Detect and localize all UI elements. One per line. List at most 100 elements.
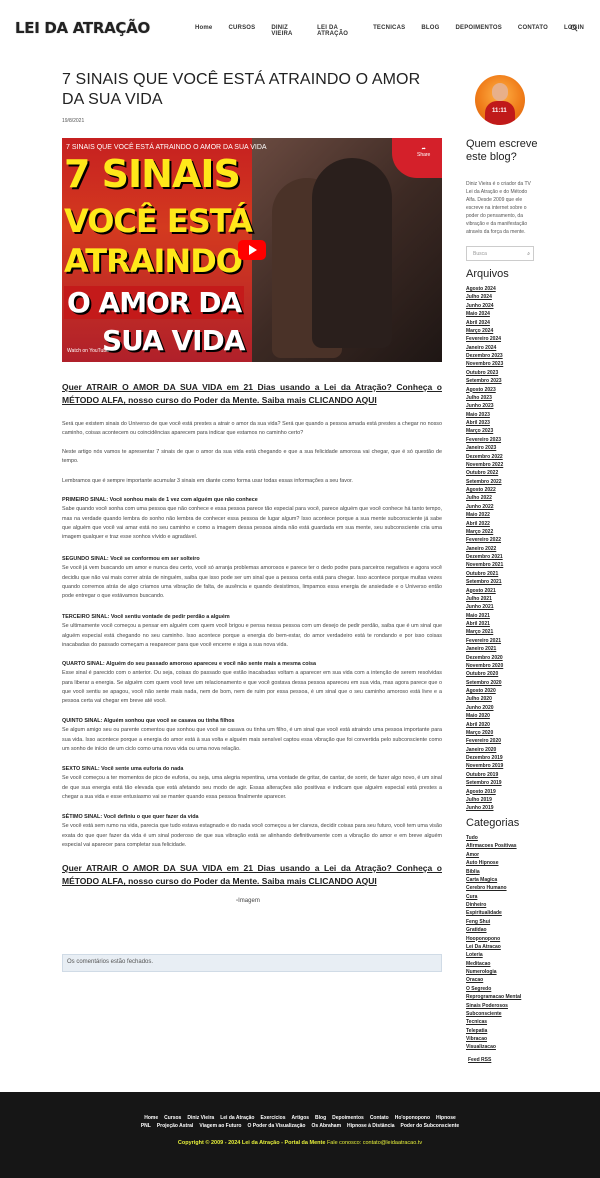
footer-link[interactable]: Artigos [292,1115,310,1121]
archive-link[interactable]: Abril 2021 [466,620,503,628]
archive-link[interactable]: Junho 2024 [466,302,503,310]
archive-link[interactable]: Outubro 2023 [466,369,503,377]
archive-link[interactable]: Novembro 2020 [466,662,503,670]
category-link[interactable]: Loteria [466,951,521,959]
nav-blog[interactable]: BLOG [421,25,439,37]
category-link[interactable]: O Segredo [466,985,521,993]
archive-link[interactable]: Março 2023 [466,427,503,435]
archive-link[interactable]: Junho 2021 [466,603,503,611]
category-link[interactable]: Oracao [466,976,521,984]
category-link[interactable]: Telepatia [466,1027,521,1035]
archive-link[interactable]: Agosto 2019 [466,788,503,796]
archive-link[interactable]: Agosto 2021 [466,587,503,595]
footer-link[interactable]: Diniz Vieira [187,1115,214,1121]
nav-contato[interactable]: CONTATO [518,25,548,37]
footer-link[interactable]: Cursos [164,1115,181,1121]
archive-link[interactable]: Setembro 2022 [466,478,503,486]
category-link[interactable]: Afirmacoes Positivas [466,842,521,850]
footer-link[interactable]: Lei da Atração [220,1115,254,1121]
category-link[interactable]: Cura [466,893,521,901]
category-link[interactable]: Auto Hipnose [466,859,521,867]
footer-link[interactable]: Os Abraham [311,1123,341,1129]
archive-link[interactable]: Maio 2023 [466,411,503,419]
archive-link[interactable]: Julho 2022 [466,494,503,502]
footer-link[interactable]: Poder do Subconsciente [401,1123,460,1129]
archive-link[interactable]: Fevereiro 2022 [466,536,503,544]
search-icon[interactable] [570,24,578,32]
archive-link[interactable]: Abril 2024 [466,319,503,327]
category-link[interactable]: Tudo [466,834,521,842]
footer-link[interactable]: Hipnose [436,1115,456,1121]
archive-link[interactable]: Agosto 2020 [466,687,503,695]
category-link[interactable]: Numerologia [466,968,521,976]
category-link[interactable]: Gratidao [466,926,521,934]
category-link[interactable]: Hooponopono [466,935,521,943]
archive-link[interactable]: Janeiro 2021 [466,645,503,653]
archive-link[interactable]: Setembro 2021 [466,578,503,586]
archive-link[interactable]: Março 2021 [466,628,503,636]
footer-link[interactable]: Viagem ao Futuro [199,1123,241,1129]
footer-link[interactable]: Hipnose à Distância [347,1123,395,1129]
archive-link[interactable]: Janeiro 2022 [466,545,503,553]
category-link[interactable]: Bíblia [466,868,521,876]
archive-link[interactable]: Setembro 2023 [466,377,503,385]
archive-link[interactable]: Dezembro 2023 [466,352,503,360]
archive-link[interactable]: Julho 2019 [466,796,503,804]
category-link[interactable]: Carta Magica [466,876,521,884]
archive-link[interactable]: Agosto 2023 [466,386,503,394]
archive-link[interactable]: Dezembro 2020 [466,654,503,662]
footer-link[interactable]: Blog [315,1115,326,1121]
category-link[interactable]: Sinais Poderosos [466,1002,521,1010]
video-embed[interactable]: 7 SINAIS VOCÊ ESTÁ ATRAINDO O AMOR DA SU… [62,138,442,362]
footer-link[interactable]: Exercícios [261,1115,286,1121]
archive-link[interactable]: Fevereiro 2023 [466,436,503,444]
footer-link[interactable]: Contato [370,1115,389,1121]
category-link[interactable]: Reprogramacao Mental [466,993,521,1001]
archive-link[interactable]: Dezembro 2021 [466,553,503,561]
site-logo[interactable]: LEI DA ATRAÇÃO [15,19,150,37]
nav-home[interactable]: Home [195,25,212,37]
search-icon[interactable]: ⌕ [527,251,530,257]
archive-link[interactable]: Março 2022 [466,528,503,536]
cta-link-bottom[interactable]: Quer ATRAIR O AMOR DA SUA VIDA em 21 Dia… [62,862,442,888]
archive-link[interactable]: Setembro 2019 [466,779,503,787]
category-link[interactable]: Subconsciente [466,1010,521,1018]
archive-link[interactable]: Outubro 2019 [466,771,503,779]
archive-link[interactable]: Fevereiro 2024 [466,335,503,343]
archive-link[interactable]: Novembro 2022 [466,461,503,469]
feed-rss-link[interactable]: Feed RSS [468,1057,491,1063]
archive-link[interactable]: Junho 2023 [466,402,503,410]
archive-link[interactable]: Julho 2024 [466,293,503,301]
contact-email[interactable]: Fale conosco: contato@leidaatracao.tv [327,1140,422,1146]
archive-link[interactable]: Novembro 2023 [466,360,503,368]
archive-link[interactable]: Julho 2020 [466,695,503,703]
archive-link[interactable]: Agosto 2024 [466,285,503,293]
category-link[interactable]: Visualizacao [466,1043,521,1051]
archive-link[interactable]: Novembro 2019 [466,762,503,770]
archive-link[interactable]: Outubro 2022 [466,469,503,477]
archive-link[interactable]: Janeiro 2023 [466,444,503,452]
archive-link[interactable]: Janeiro 2020 [466,746,503,754]
archive-link[interactable]: Outubro 2020 [466,670,503,678]
share-button[interactable]: ➦ Share [417,146,430,158]
category-link[interactable]: Tecnicas [466,1018,521,1026]
footer-link[interactable]: Home [144,1115,158,1121]
category-link[interactable]: Lei Da Atracao [466,943,521,951]
video-title[interactable]: 7 SINAIS QUE VOCÊ ESTÁ ATRAINDO O AMOR D… [66,144,267,151]
archive-link[interactable]: Maio 2022 [466,511,503,519]
watch-on-youtube-link[interactable]: Watch on YouTube [67,348,109,354]
cta-link-top[interactable]: Quer ATRAIR O AMOR DA SUA VIDA em 21 Dia… [62,381,442,407]
archive-link[interactable]: Outubro 2021 [466,570,503,578]
archive-link[interactable]: Fevereiro 2020 [466,737,503,745]
play-button[interactable] [238,240,266,260]
archive-link[interactable]: Junho 2019 [466,804,503,812]
archive-link[interactable]: Maio 2024 [466,310,503,318]
archive-link[interactable]: Junho 2022 [466,503,503,511]
archive-link[interactable]: Setembro 2020 [466,679,503,687]
footer-link[interactable]: PNL [141,1123,151,1129]
archive-link[interactable]: Abril 2022 [466,520,503,528]
archive-link[interactable]: Dezembro 2019 [466,754,503,762]
category-link[interactable]: Cerebro Humano [466,884,521,892]
nav-cursos[interactable]: CURSOS [228,25,255,37]
footer-link[interactable]: Projeção Astral [157,1123,194,1129]
